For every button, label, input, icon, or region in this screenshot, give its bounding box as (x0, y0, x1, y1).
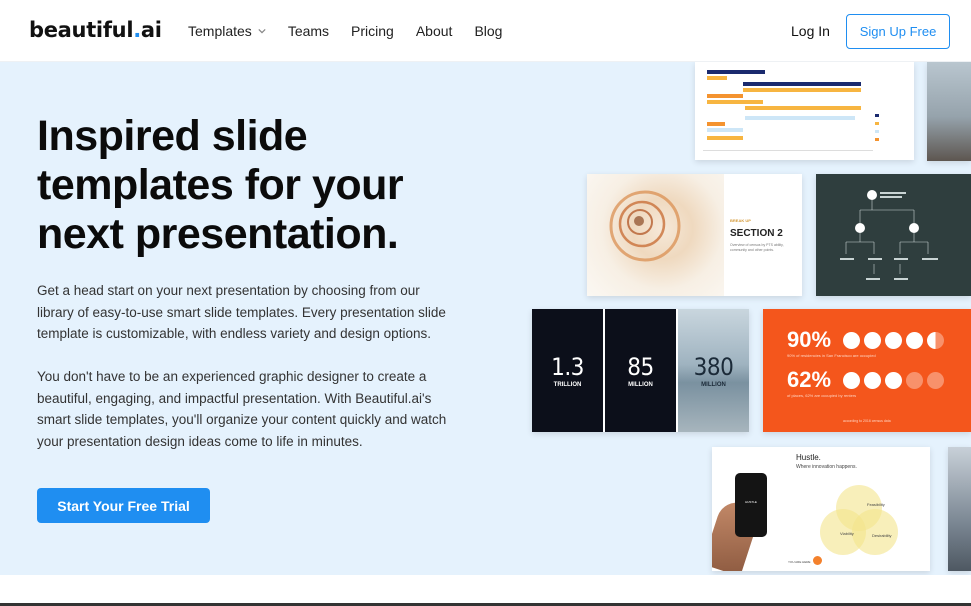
decision-tree-slide-thumbnail (816, 174, 971, 296)
login-link[interactable]: Log In (791, 23, 830, 39)
percent-footer: according to 2016 census data (843, 419, 891, 423)
venn-label: Feasibility (867, 502, 885, 507)
dot-icon (864, 372, 881, 389)
page-below-hero (0, 575, 971, 606)
nav-label: About (415, 23, 453, 39)
gantt-bar (745, 116, 855, 120)
gantt-slide-thumbnail (695, 62, 914, 160)
beach-photo-thumbnail (927, 62, 971, 161)
nautilus-shell-image (587, 174, 724, 296)
decision-tree-diagram (840, 190, 938, 280)
percent-dots (843, 332, 944, 349)
dot-icon (927, 332, 944, 349)
start-free-trial-button[interactable]: Start Your Free Trial (37, 488, 210, 523)
gantt-bar (707, 122, 725, 126)
number-unit: MILLION (701, 382, 726, 388)
section-slide-thumbnail: BREAK UP SECTION 2 Overview of census by… (587, 174, 802, 296)
percent-value: 90% (787, 327, 832, 352)
nav-templates[interactable]: Templates (188, 23, 266, 39)
gantt-legend-swatch (875, 122, 879, 125)
percent-caption: of places, 62% are occupied by renters (787, 393, 857, 398)
gantt-bar (745, 106, 861, 110)
gantt-bar (707, 94, 743, 98)
you-are-here-marker-icon (813, 556, 822, 565)
percent-caption: 90% of residencies in San Francisco are … (787, 353, 876, 358)
city-photo-thumbnail (948, 447, 971, 571)
marker-label: YOU ARE HERE (788, 560, 811, 564)
dot-icon (927, 372, 944, 389)
gantt-bar (707, 128, 743, 132)
dot-icon (885, 372, 902, 389)
venn-label: Desirability (872, 533, 892, 538)
nav-about[interactable]: About (416, 23, 453, 39)
percent-value: 62% (787, 367, 832, 392)
dot-icon (864, 332, 881, 349)
big-numbers-slide-thumbnail: 1.3 TRILLION 85 MILLION 380 MILLION (532, 309, 749, 432)
section-kicker: BREAK UP (730, 218, 751, 223)
number-unit: MILLION (628, 382, 653, 388)
percent-slide-thumbnail: 90% 90% of residencies in San Francisco … (763, 309, 971, 432)
nav-pricing[interactable]: Pricing (351, 23, 394, 39)
logo-dot: . (133, 18, 141, 42)
venn-label: Viability (840, 531, 854, 536)
dot-icon (843, 332, 860, 349)
number-column: 1.3 TRILLION (532, 309, 603, 432)
nav-teams[interactable]: Teams (288, 23, 329, 39)
gantt-bar (707, 136, 743, 140)
gantt-bar (707, 76, 727, 80)
site-header: beautiful.ai Templates Teams Pricing Abo… (0, 0, 971, 62)
dot-icon (885, 332, 902, 349)
gantt-bar (707, 70, 765, 74)
hero-section: Inspired slide templates for your next p… (0, 62, 971, 575)
nav-label: Pricing (351, 23, 394, 39)
dot-icon (906, 332, 923, 349)
gantt-axis (703, 150, 873, 151)
logo-text: beautiful (29, 18, 134, 42)
gantt-legend-swatch (875, 130, 879, 133)
number-column: 85 MILLION (605, 309, 676, 432)
number-value: 1.3 (551, 353, 584, 381)
nav-label: Teams (287, 23, 330, 39)
logo[interactable]: beautiful.ai (29, 18, 162, 42)
percent-dots (843, 372, 944, 389)
nav-blog[interactable]: Blog (474, 23, 502, 39)
gantt-bar (743, 88, 861, 92)
chevron-down-icon (258, 28, 266, 34)
shell-spiral-icon (609, 190, 681, 262)
gantt-bar (707, 100, 763, 104)
logo-suffix: ai (140, 18, 162, 42)
signup-button[interactable]: Sign Up Free (846, 14, 950, 49)
hero-paragraph-1: Get a head start on your next presentati… (37, 283, 446, 341)
hero-title: Inspired slide templates for your next p… (37, 112, 404, 258)
number-unit: TRILLION (553, 382, 582, 388)
hero-paragraph-2: You don't have to be an experienced grap… (37, 369, 447, 449)
hustle-title: Hustle. (796, 453, 821, 462)
gantt-legend-swatch (875, 138, 879, 141)
phone-screen-text: HUSTLE (745, 500, 757, 504)
gantt-bar (743, 82, 861, 86)
nav-label: Blog (474, 23, 503, 39)
gantt-legend-swatch (875, 114, 879, 117)
section-subtitle: Overview of census by PTS ability, commu… (730, 243, 784, 252)
main-nav: Templates Teams Pricing About Blog (188, 23, 524, 39)
dot-icon (843, 372, 860, 389)
section-title: SECTION 2 (730, 228, 783, 239)
phone-in-hand-image: HUSTLE (712, 447, 787, 571)
venn-circle (852, 509, 898, 555)
number-value: 380 (693, 353, 734, 381)
dot-icon (906, 372, 923, 389)
nav-label: Templates (188, 23, 252, 39)
phone-icon: HUSTLE (735, 473, 767, 537)
number-value: 85 (627, 353, 654, 381)
venn-slide-thumbnail: HUSTLE Hustle. Where innovation happens.… (712, 447, 930, 571)
number-column: 380 MILLION (678, 309, 749, 432)
hustle-subtitle: Where innovation happens. (796, 464, 857, 470)
